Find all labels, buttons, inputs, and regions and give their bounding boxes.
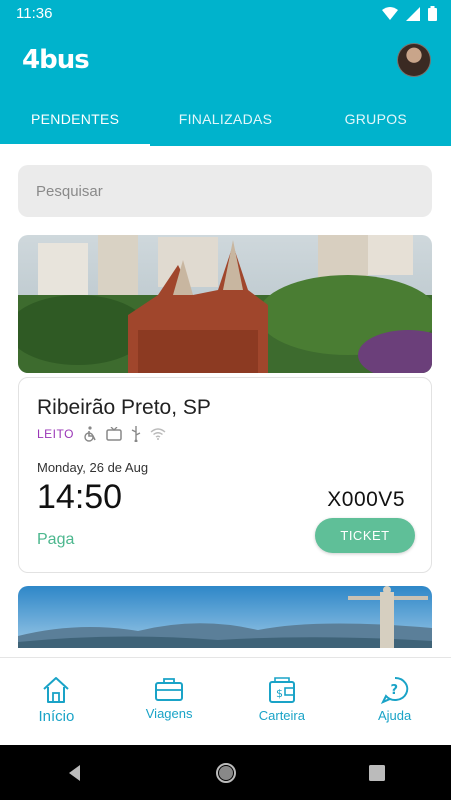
bottom-nav: Início Viagens $ Carteira ? Ajuda: [0, 657, 451, 746]
nav-ajuda[interactable]: ? Ajuda: [338, 658, 451, 746]
tab-bar: PENDENTES FINALIZADAS GRUPOS: [0, 105, 451, 146]
trip-card[interactable]: Ribeirão Preto, SP LEITO Monday, 26 de A…: [18, 377, 432, 573]
system-nav-bar: [0, 745, 451, 800]
home-icon: [43, 677, 70, 703]
destination-city: Ribeirão Preto, SP: [37, 396, 211, 419]
departure-date: Monday, 26 de Aug: [37, 460, 149, 475]
wallet-icon: $: [268, 677, 295, 703]
wifi-signal-icon: [382, 6, 398, 20]
departure-time: 14:50: [37, 478, 123, 516]
cathedral-photo: [18, 235, 432, 373]
tab-finalizadas[interactable]: FINALIZADAS: [150, 105, 300, 146]
seat-class-badge: LEITO: [37, 427, 74, 441]
svg-text:$: $: [276, 687, 283, 700]
ticket-button[interactable]: TICKET: [315, 518, 415, 553]
app-bar: 4bus PENDENTES FINALIZADAS GRUPOS: [0, 27, 451, 146]
recents-icon[interactable]: [367, 763, 387, 783]
booking-code: X000V5: [327, 488, 405, 511]
usb-icon: [131, 426, 141, 442]
nav-label: Carteira: [258, 708, 305, 723]
christ-redeemer-photo: [18, 586, 432, 648]
status-bar: 11:36: [0, 0, 451, 27]
payment-status: Paga: [37, 531, 75, 548]
search-input[interactable]: [18, 165, 432, 217]
nav-viagens[interactable]: Viagens: [113, 658, 226, 746]
nav-carteira[interactable]: $ Carteira: [226, 658, 339, 746]
back-icon[interactable]: [65, 763, 85, 783]
avatar[interactable]: [397, 43, 431, 77]
cell-signal-icon: [406, 6, 420, 21]
nav-label: Viagens: [145, 706, 193, 721]
wheelchair-icon: [84, 426, 96, 442]
amenities-row: LEITO: [37, 426, 166, 442]
briefcase-icon: [155, 678, 184, 701]
help-icon: ?: [380, 676, 408, 704]
trip-destination-image-2[interactable]: [18, 586, 432, 648]
trip-destination-image[interactable]: [18, 235, 432, 373]
wifi-icon: [150, 428, 166, 440]
battery-icon: [428, 6, 437, 21]
status-icons: [382, 6, 437, 21]
tv-icon: [106, 427, 122, 441]
app-logo: 4bus: [22, 45, 90, 75]
tab-grupos[interactable]: GRUPOS: [301, 105, 451, 146]
home-button-icon[interactable]: [214, 761, 238, 785]
nav-inicio[interactable]: Início: [0, 658, 113, 746]
svg-text:?: ?: [390, 683, 398, 698]
search-box: [18, 165, 432, 217]
nav-label: Ajuda: [378, 708, 412, 723]
status-time: 11:36: [16, 5, 53, 22]
nav-label: Início: [38, 708, 75, 725]
tab-pendentes[interactable]: PENDENTES: [0, 105, 151, 146]
